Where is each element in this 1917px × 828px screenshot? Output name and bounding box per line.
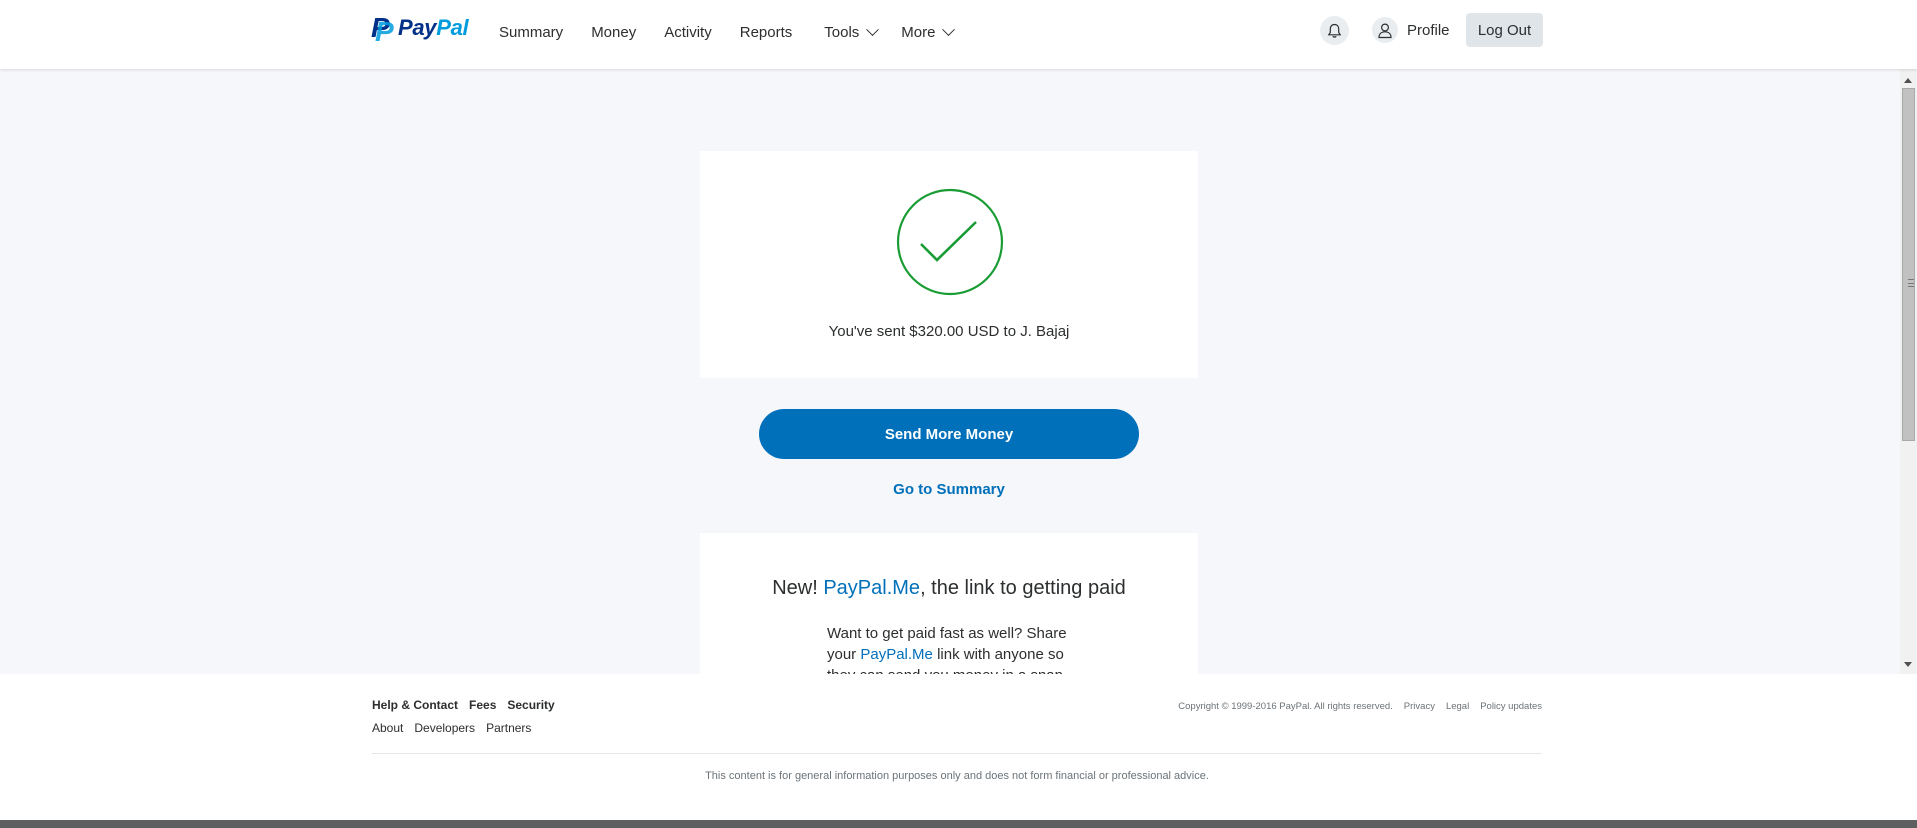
notifications-button[interactable] [1320, 16, 1349, 45]
footer-divider [372, 753, 1542, 754]
footer-link-partners[interactable]: Partners [486, 721, 531, 735]
paypal-me-link[interactable]: PayPal.Me [860, 646, 933, 663]
bottom-bar [0, 820, 1917, 828]
chevron-down-icon [866, 22, 880, 36]
paypal-me-title-link[interactable]: PayPal.Me [823, 577, 920, 599]
profile-link[interactable]: Profile [1372, 17, 1450, 43]
chevron-down-icon [942, 22, 956, 36]
go-to-summary-link[interactable]: Go to Summary [759, 481, 1139, 498]
footer-link-about[interactable]: About [372, 721, 403, 735]
main-content: You've sent $320.00 USD to J. Bajaj Send… [0, 69, 1900, 674]
paypal-p-icon: P P [371, 12, 394, 47]
footer-link-developers[interactable]: Developers [414, 721, 475, 735]
scroll-up-icon[interactable] [1904, 78, 1912, 83]
nav-reports[interactable]: Reports [740, 24, 793, 41]
footer-secondary-links: About Developers Partners [372, 721, 542, 735]
nav-money[interactable]: Money [591, 24, 636, 41]
footer-primary-links: Help & Contact Fees Security [372, 698, 566, 712]
nav-activity[interactable]: Activity [664, 24, 712, 41]
nav-summary[interactable]: Summary [499, 24, 563, 41]
vertical-scrollbar[interactable] [1900, 69, 1917, 674]
footer-link-help[interactable]: Help & Contact [372, 698, 458, 712]
footer: Help & Contact Fees Security About Devel… [0, 674, 1917, 820]
promo-title: New! PayPal.Me, the link to getting paid [772, 577, 1126, 599]
user-icon [1372, 17, 1398, 43]
nav-tools[interactable]: Tools [824, 22, 880, 41]
sent-confirmation-text: You've sent $320.00 USD to J. Bajaj [828, 323, 1070, 340]
paypal-logo[interactable]: P P PayPal [371, 12, 469, 47]
copyright-text: Copyright © 1999-2016 PayPal. All rights… [1178, 701, 1393, 712]
main-nav: Summary Money Activity Reports Tools Mor… [499, 0, 981, 64]
nav-more[interactable]: More [901, 22, 956, 41]
grip-icon [1908, 279, 1914, 287]
footer-disclaimer: This content is for general information … [705, 770, 1209, 782]
footer-link-privacy[interactable]: Privacy [1404, 701, 1435, 712]
check-circle-icon [896, 188, 1004, 296]
paypal-wordmark: PayPal [398, 14, 469, 40]
send-more-money-button[interactable]: Send More Money [759, 409, 1139, 459]
top-header: P P PayPal Summary Money Activity Report… [0, 0, 1917, 69]
scrollbar-thumb[interactable] [1902, 88, 1915, 441]
paypal-me-promo-card: New! PayPal.Me, the link to getting paid… [700, 533, 1198, 674]
footer-link-policy-updates[interactable]: Policy updates [1480, 701, 1542, 712]
footer-link-legal[interactable]: Legal [1446, 701, 1469, 712]
success-card: You've sent $320.00 USD to J. Bajaj [700, 151, 1198, 378]
footer-link-fees[interactable]: Fees [469, 698, 496, 712]
bell-icon [1327, 23, 1342, 38]
scroll-down-icon[interactable] [1904, 662, 1912, 667]
profile-label: Profile [1407, 21, 1450, 39]
promo-description: Want to get paid fast as well? Share you… [827, 625, 1067, 674]
footer-legal: Copyright © 1999-2016 PayPal. All rights… [1167, 701, 1542, 712]
logout-button[interactable]: Log Out [1466, 13, 1543, 47]
footer-link-security[interactable]: Security [507, 698, 554, 712]
